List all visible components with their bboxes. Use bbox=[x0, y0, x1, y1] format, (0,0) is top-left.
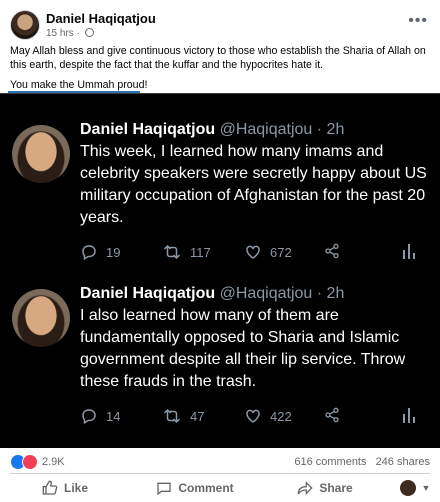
analytics-icon bbox=[403, 408, 415, 423]
post-time[interactable]: 15 hrs bbox=[46, 28, 74, 39]
tweet-actions: 14 47 422 bbox=[80, 407, 420, 427]
analytics-action bbox=[402, 407, 416, 423]
author-avatar[interactable] bbox=[10, 10, 40, 40]
reply-count: 14 bbox=[106, 408, 121, 424]
share-icon bbox=[325, 243, 339, 259]
tweet-text: This week, I learned how many imams and … bbox=[80, 143, 427, 226]
reply-icon bbox=[82, 409, 96, 425]
reaction-count: 2.9K bbox=[42, 456, 65, 468]
tweet-actions: 19 117 672 bbox=[80, 243, 420, 263]
post-header: Daniel Haqiqatjou 15 hrs · ••• bbox=[10, 8, 430, 40]
tweet-divider bbox=[0, 93, 440, 94]
tweet-time: · 2h bbox=[316, 285, 345, 302]
tweet-handle: @Haqiqatjou bbox=[219, 285, 313, 302]
retweet-count: 47 bbox=[190, 408, 205, 424]
tweet-screenshot-image[interactable]: Daniel Haqiqatjou @Haqiqatjou · 2h This … bbox=[0, 93, 440, 448]
retweet-action: 47 bbox=[162, 407, 204, 425]
tweet-text: I also learned how many of them are fund… bbox=[80, 307, 406, 390]
caret-down-icon: ▼ bbox=[421, 483, 431, 493]
reply-icon bbox=[82, 245, 96, 261]
actions-divider bbox=[10, 473, 430, 474]
small-avatar bbox=[399, 480, 416, 496]
post-action-bar: Like Comment Share ▼ bbox=[0, 476, 440, 500]
post-text-paragraph-2: You make the Ummah proud! bbox=[10, 79, 148, 91]
like-count: 422 bbox=[270, 408, 292, 424]
tweet-avatar bbox=[12, 125, 70, 183]
share-arrow-icon bbox=[297, 481, 313, 495]
analytics-icon bbox=[403, 244, 415, 259]
meta-separator: · bbox=[76, 28, 80, 39]
reply-action: 19 bbox=[80, 243, 120, 261]
engagement-counts: 616 comments 246 shares bbox=[288, 456, 430, 468]
share-action bbox=[324, 407, 340, 423]
reply-count: 19 bbox=[106, 244, 121, 260]
post-text: May Allah bless and give continuous vict… bbox=[10, 44, 430, 98]
retweet-action: 117 bbox=[162, 243, 211, 261]
retweet-icon bbox=[163, 244, 181, 260]
reaction-selector[interactable]: ▼ bbox=[390, 476, 440, 500]
share-button[interactable]: Share bbox=[260, 476, 390, 500]
heart-icon bbox=[246, 245, 260, 259]
share-label: Share bbox=[319, 481, 353, 495]
like-label: Like bbox=[63, 481, 88, 495]
tweet-author-name: Daniel Haqiqatjou bbox=[80, 121, 216, 138]
comment-button[interactable]: Comment bbox=[130, 476, 260, 500]
like-count: 672 bbox=[270, 244, 292, 260]
retweet-count: 117 bbox=[190, 244, 211, 260]
reply-action: 14 bbox=[80, 407, 120, 425]
tweet-author-name: Daniel Haqiqatjou bbox=[80, 285, 216, 302]
comment-count[interactable]: 616 comments bbox=[294, 456, 366, 468]
like-action: 672 bbox=[244, 243, 292, 261]
love-reaction-icon bbox=[22, 454, 38, 470]
share-action bbox=[324, 243, 340, 259]
retweet-icon bbox=[163, 408, 181, 424]
like-icon bbox=[42, 480, 58, 495]
comment-icon bbox=[157, 482, 171, 496]
globe-icon bbox=[84, 28, 94, 37]
tweet-avatar bbox=[12, 289, 70, 347]
more-icon[interactable]: ••• bbox=[408, 12, 428, 30]
comment-label: Comment bbox=[178, 481, 234, 495]
analytics-action bbox=[402, 243, 416, 259]
like-button[interactable]: Like bbox=[0, 476, 130, 500]
post-meta: 15 hrs · bbox=[46, 28, 94, 39]
heart-icon bbox=[246, 409, 260, 423]
tweet-handle: @Haqiqatjou bbox=[219, 121, 313, 138]
tweet-author: Daniel Haqiqatjou @Haqiqatjou · 2h bbox=[80, 285, 344, 303]
post-text-paragraph-1: May Allah bless and give continuous vict… bbox=[10, 45, 426, 71]
share-count[interactable]: 246 shares bbox=[376, 456, 430, 468]
tweet-time: · 2h bbox=[316, 121, 345, 138]
like-action: 422 bbox=[244, 407, 292, 425]
tweet-author: Daniel Haqiqatjou @Haqiqatjou · 2h bbox=[80, 121, 344, 139]
post-stats: 2.9K 616 comments 246 shares bbox=[10, 451, 430, 471]
reactions-summary[interactable]: 2.9K bbox=[10, 454, 65, 470]
share-icon bbox=[325, 407, 339, 423]
author-name[interactable]: Daniel Haqiqatjou bbox=[46, 11, 156, 26]
